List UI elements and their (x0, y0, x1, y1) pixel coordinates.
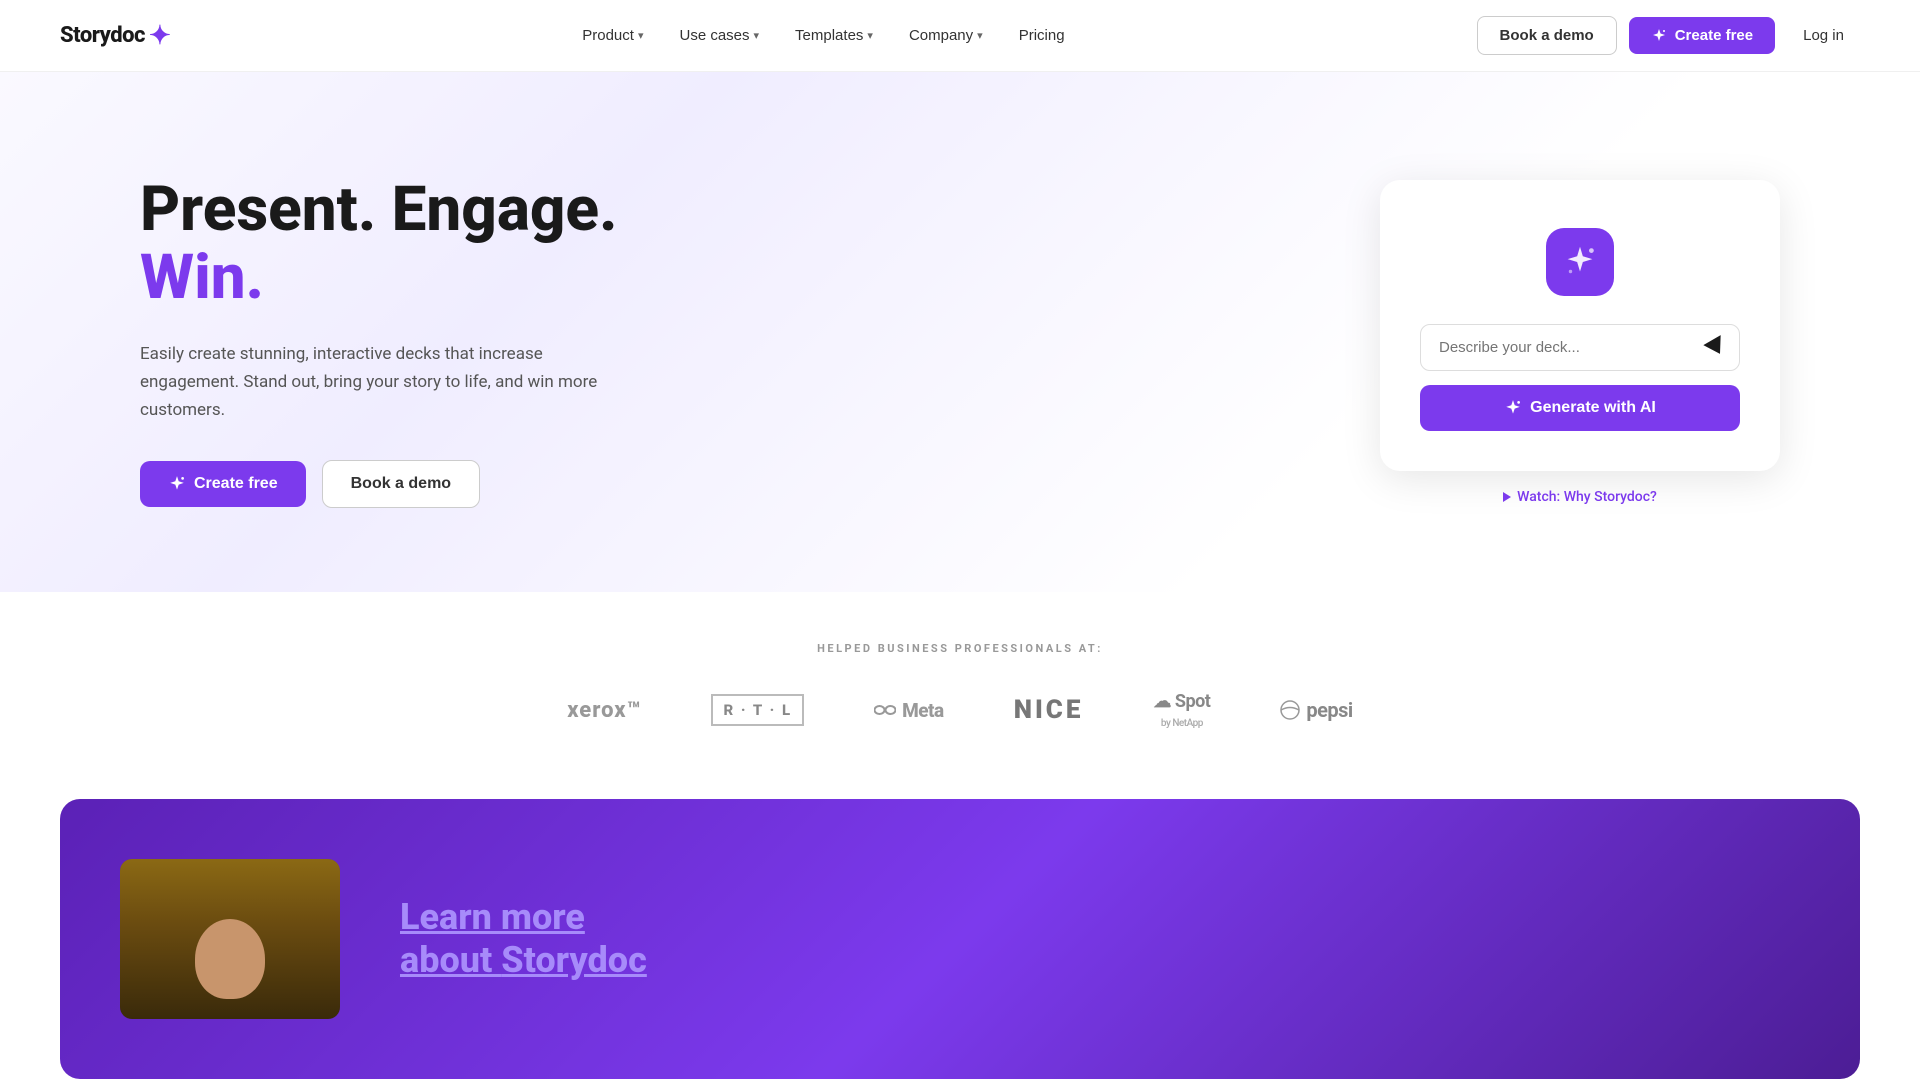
logo-row: xerox™ R · T · L Meta NICE ☁ Spot by Net… (60, 691, 1860, 729)
video-person-image (120, 859, 340, 1019)
sparkle-icon (168, 475, 186, 493)
chevron-down-icon: ▾ (977, 29, 983, 42)
logo-meta: Meta (874, 699, 944, 722)
nav-company[interactable]: Company ▾ (895, 19, 997, 52)
trusted-label: HELPED BUSINESS PROFESSIONALS AT: (60, 642, 1860, 655)
chevron-down-icon: ▾ (638, 29, 644, 42)
nav-actions: Book a demo Create free Log in (1477, 16, 1860, 55)
person-head (195, 919, 265, 999)
logo-nice: NICE (1014, 695, 1084, 725)
hero-book-demo-button[interactable]: Book a demo (322, 460, 480, 508)
nav-product[interactable]: Product ▾ (568, 19, 657, 52)
meta-logo-icon (874, 703, 896, 717)
video-title: Learn more about Storydoc (400, 896, 647, 982)
ai-text-input[interactable]: Cr (1420, 324, 1740, 371)
hero-title: Present. Engage. Win. (140, 176, 617, 312)
hero-create-free-button[interactable]: Create free (140, 461, 306, 507)
sparkle-icon (1651, 28, 1667, 44)
video-section: Learn more about Storydoc (60, 799, 1860, 1079)
chevron-down-icon: ▾ (754, 29, 760, 42)
ai-card: Cr Generate with AI (1380, 180, 1780, 471)
video-text: Learn more about Storydoc (400, 896, 647, 982)
ai-input-row: Cr (1420, 324, 1740, 371)
watch-link[interactable]: Watch: Why Storydoc? (1380, 489, 1780, 505)
logo-text: Storydoc (60, 23, 145, 48)
ai-icon-container (1546, 228, 1614, 296)
nav-links: Product ▾ Use cases ▾ Templates ▾ Compan… (568, 19, 1078, 52)
logo[interactable]: Storydoc✦ (60, 21, 170, 51)
video-thumbnail[interactable] (120, 859, 340, 1019)
login-button[interactable]: Log in (1787, 17, 1860, 54)
pepsi-logo-icon (1280, 700, 1300, 720)
hero-left: Present. Engage. Win. Easily create stun… (140, 176, 617, 509)
book-demo-button[interactable]: Book a demo (1477, 16, 1617, 55)
hero-right: Cr Generate with AI Watch: Why Storydoc? (1380, 180, 1780, 505)
nav-templates[interactable]: Templates ▾ (781, 19, 887, 52)
nav-pricing[interactable]: Pricing (1005, 19, 1079, 52)
navbar: Storydoc✦ Product ▾ Use cases ▾ Template… (0, 0, 1920, 72)
hero-buttons: Create free Book a demo (140, 460, 617, 508)
create-free-button[interactable]: Create free (1629, 17, 1775, 54)
sparkle-icon (1504, 399, 1522, 417)
generate-with-ai-button[interactable]: Generate with AI (1420, 385, 1740, 431)
logo-pepsi: pepsi (1280, 698, 1352, 722)
hero-section: Present. Engage. Win. Easily create stun… (0, 72, 1920, 592)
logo-rtl: R · T · L (711, 694, 804, 726)
logo-symbol: ✦ (149, 21, 170, 51)
ai-input-area: Cr Generate with AI (1420, 324, 1740, 431)
chevron-down-icon: ▾ (867, 29, 873, 42)
trusted-section: HELPED BUSINESS PROFESSIONALS AT: xerox™… (0, 592, 1920, 769)
play-icon (1503, 492, 1511, 502)
hero-description: Easily create stunning, interactive deck… (140, 340, 600, 424)
logo-xerox: xerox™ (567, 698, 641, 723)
nav-use-cases[interactable]: Use cases ▾ (665, 19, 773, 52)
ai-sparkle-icon (1561, 243, 1599, 281)
logo-spot: ☁ Spot by NetApp (1153, 691, 1210, 729)
